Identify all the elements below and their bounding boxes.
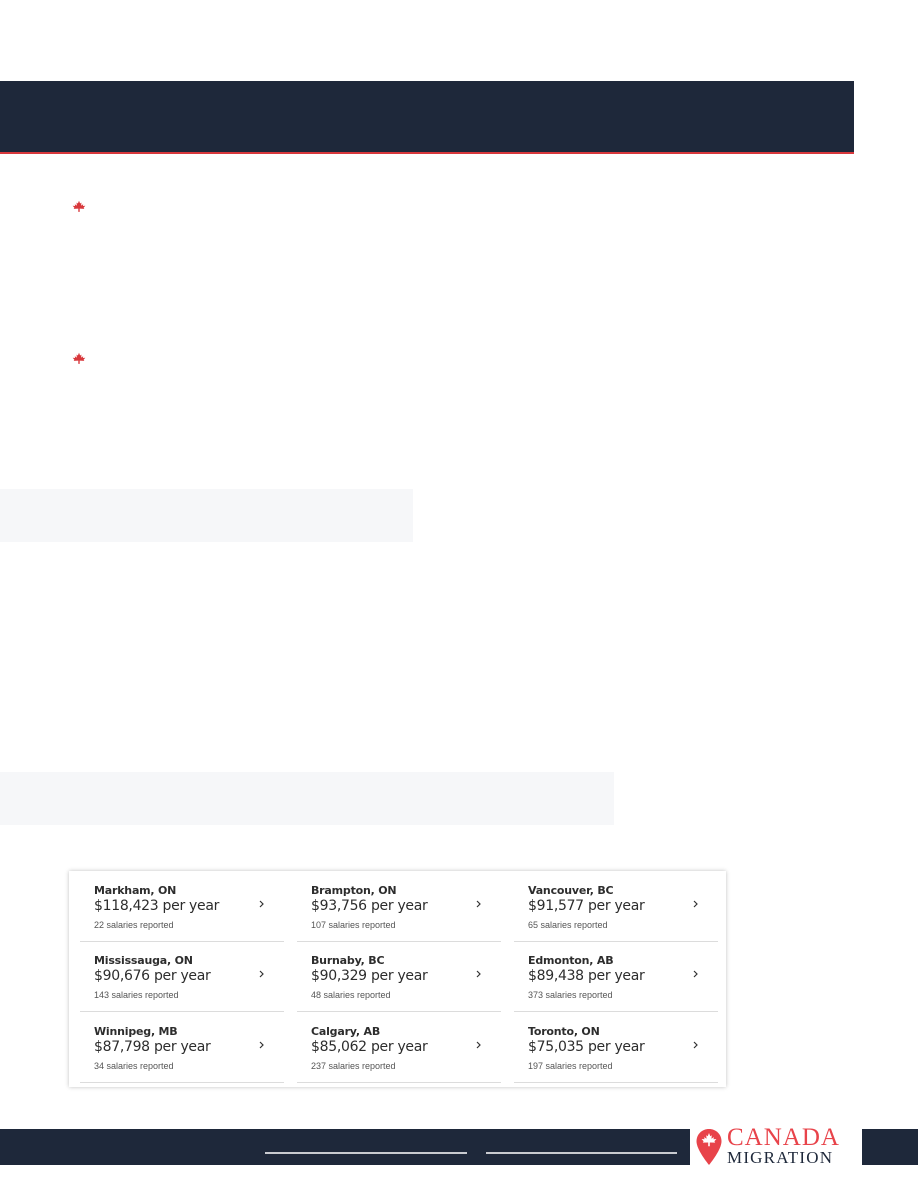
highlight-box bbox=[0, 772, 614, 825]
city-name: Calgary, AB bbox=[311, 1025, 381, 1038]
salary-item[interactable]: Winnipeg, MB $87,798 per year 34 salarie… bbox=[80, 1012, 284, 1083]
salary-count: 373 salaries reported bbox=[528, 990, 613, 1000]
highlight-box bbox=[0, 489, 413, 542]
salary-count: 237 salaries reported bbox=[311, 1061, 396, 1071]
chevron-right-icon bbox=[474, 897, 484, 911]
maple-leaf-icon bbox=[72, 200, 86, 214]
salary-item[interactable]: Mississauga, ON $90,676 per year 143 sal… bbox=[80, 941, 284, 1012]
salary-count: 107 salaries reported bbox=[311, 920, 396, 930]
city-name: Vancouver, BC bbox=[528, 884, 614, 897]
chevron-right-icon bbox=[691, 1038, 701, 1052]
salary-value: $85,062 per year bbox=[311, 1039, 428, 1055]
salary-count: 34 salaries reported bbox=[94, 1061, 174, 1071]
salary-value: $90,676 per year bbox=[94, 968, 211, 984]
chevron-right-icon bbox=[474, 1038, 484, 1052]
salary-item[interactable]: Brampton, ON $93,756 per year 107 salari… bbox=[297, 871, 501, 942]
chevron-right-icon bbox=[691, 897, 701, 911]
logo-text-migration: MIGRATION bbox=[727, 1148, 834, 1167]
salary-card: Markham, ON $118,423 per year 22 salarie… bbox=[69, 871, 726, 1087]
salary-count: 143 salaries reported bbox=[94, 990, 179, 1000]
footer-corner-block bbox=[868, 1129, 918, 1165]
salary-value: $91,577 per year bbox=[528, 898, 645, 914]
chevron-right-icon bbox=[474, 967, 484, 981]
salary-item[interactable]: Edmonton, AB $89,438 per year 373 salari… bbox=[514, 941, 718, 1012]
chevron-right-icon bbox=[257, 1038, 267, 1052]
footer-divider bbox=[265, 1152, 467, 1154]
salary-value: $87,798 per year bbox=[94, 1039, 211, 1055]
salary-value: $118,423 per year bbox=[94, 898, 220, 914]
chevron-right-icon bbox=[257, 897, 267, 911]
salary-value: $89,438 per year bbox=[528, 968, 645, 984]
salary-value: $90,329 per year bbox=[311, 968, 428, 984]
chevron-right-icon bbox=[257, 967, 267, 981]
city-name: Brampton, ON bbox=[311, 884, 397, 897]
salary-count: 48 salaries reported bbox=[311, 990, 391, 1000]
maple-leaf-icon bbox=[72, 352, 86, 366]
salary-item[interactable]: Toronto, ON $75,035 per year 197 salarie… bbox=[514, 1012, 718, 1083]
header-band bbox=[0, 81, 854, 154]
salary-value: $93,756 per year bbox=[311, 898, 428, 914]
salary-count: 22 salaries reported bbox=[94, 920, 174, 930]
salary-value: $75,035 per year bbox=[528, 1039, 645, 1055]
city-name: Winnipeg, MB bbox=[94, 1025, 178, 1038]
city-name: Burnaby, BC bbox=[311, 954, 385, 967]
salary-count: 197 salaries reported bbox=[528, 1061, 613, 1071]
chevron-right-icon bbox=[691, 967, 701, 981]
salary-item[interactable]: Markham, ON $118,423 per year 22 salarie… bbox=[80, 871, 284, 942]
salary-item[interactable]: Calgary, AB $85,062 per year 237 salarie… bbox=[297, 1012, 501, 1083]
city-name: Markham, ON bbox=[94, 884, 177, 897]
footer-divider bbox=[486, 1152, 677, 1154]
salary-count: 65 salaries reported bbox=[528, 920, 608, 930]
map-pin-icon bbox=[696, 1129, 722, 1165]
city-name: Toronto, ON bbox=[528, 1025, 600, 1038]
salary-item[interactable]: Burnaby, BC $90,329 per year 48 salaries… bbox=[297, 941, 501, 1012]
salary-item[interactable]: Vancouver, BC $91,577 per year 65 salari… bbox=[514, 871, 718, 942]
city-name: Mississauga, ON bbox=[94, 954, 193, 967]
city-name: Edmonton, AB bbox=[528, 954, 614, 967]
